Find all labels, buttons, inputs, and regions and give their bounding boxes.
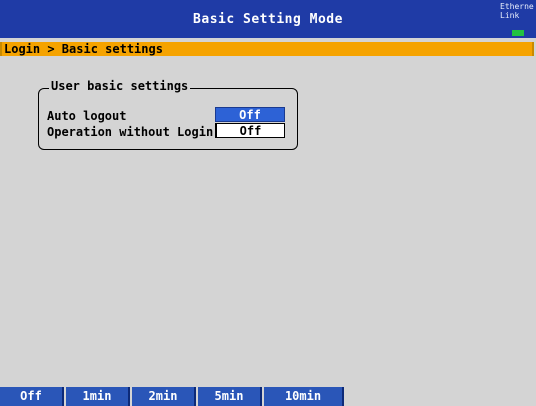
softkey-10min[interactable]: 10min xyxy=(264,387,344,406)
softkey-off[interactable]: Off xyxy=(0,387,64,406)
softkey-2min[interactable]: 2min xyxy=(132,387,196,406)
auto-logout-label: Auto logout xyxy=(47,109,127,123)
network-link-indicator-icon xyxy=(512,30,524,36)
softkey-1min[interactable]: 1min xyxy=(66,387,130,406)
operation-without-login-value[interactable]: Off xyxy=(215,123,285,138)
window-title: Basic Setting Mode xyxy=(193,12,343,27)
network-status: Etherne Link xyxy=(500,2,534,20)
network-label: Etherne xyxy=(500,2,534,11)
softkey-5min[interactable]: 5min xyxy=(198,387,262,406)
operation-without-login-label: Operation without Login xyxy=(47,125,214,139)
network-link-label: Link xyxy=(500,11,520,20)
breadcrumb: Login > Basic settings xyxy=(0,42,534,56)
title-bar: Basic Setting Mode Etherne Link xyxy=(0,0,536,38)
softkey-bar: Off 1min 2min 5min 10min xyxy=(0,387,536,406)
group-title: User basic settings xyxy=(49,79,191,93)
user-basic-settings-group: User basic settings Auto logout Off Oper… xyxy=(38,79,298,150)
auto-logout-value[interactable]: Off xyxy=(215,107,285,122)
